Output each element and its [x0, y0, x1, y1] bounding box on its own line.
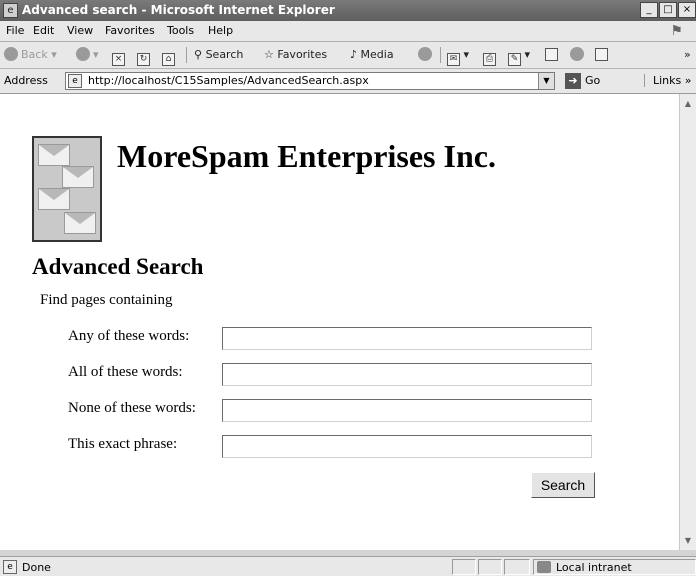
status-bar: e Done Local intranet	[0, 556, 696, 576]
media-button[interactable]: ♪ Media	[350, 46, 394, 64]
any-words-input[interactable]	[222, 327, 592, 350]
menu-favorites[interactable]: Favorites	[105, 24, 155, 38]
envelope-icon	[38, 188, 70, 210]
mail-icon: ✉	[447, 53, 460, 66]
go-arrow-icon: ➜	[565, 73, 581, 89]
toolbar-separator	[186, 47, 187, 63]
discuss-button[interactable]	[545, 46, 558, 64]
minimize-button[interactable]: _	[640, 2, 658, 18]
envelope-icon	[38, 144, 70, 166]
status-panel	[504, 559, 530, 575]
address-input[interactable]: e http://localhost/C15Samples/AdvancedSe…	[65, 72, 555, 90]
history-button[interactable]	[418, 46, 435, 64]
ie-page-icon: e	[3, 3, 18, 18]
media-icon: ♪	[350, 48, 358, 61]
vertical-scrollbar[interactable]: ▲ ▼	[679, 94, 696, 550]
envelope-icon	[64, 212, 96, 234]
all-words-input[interactable]	[222, 363, 592, 386]
print-button[interactable]: ⎙	[483, 46, 496, 66]
page-heading: Advanced Search	[32, 254, 204, 279]
security-zone: Local intranet	[533, 559, 696, 575]
menu-view[interactable]: View	[67, 24, 93, 38]
window-controls: _ □ ×	[639, 2, 696, 18]
menu-help[interactable]: Help	[208, 24, 233, 38]
home-button[interactable]: ⌂	[162, 46, 175, 66]
status-panel	[452, 559, 476, 575]
research-icon	[595, 48, 608, 61]
company-logo	[32, 136, 102, 242]
maximize-button[interactable]: □	[659, 2, 677, 18]
back-button[interactable]: Back ▾	[4, 46, 57, 64]
go-button[interactable]: ➜ Go	[565, 73, 600, 89]
home-icon: ⌂	[162, 53, 175, 66]
find-pages-label: Find pages containing	[40, 292, 173, 308]
windows-logo-icon: ⚑	[671, 23, 683, 39]
address-dropdown-icon[interactable]: ▼	[538, 73, 554, 89]
address-url: http://localhost/C15Samples/AdvancedSear…	[88, 74, 369, 87]
forward-arrow-icon	[76, 47, 90, 61]
star-icon: ☆	[264, 48, 274, 61]
mail-button[interactable]: ✉ ▾	[447, 46, 469, 66]
messenger-button[interactable]	[570, 46, 587, 64]
address-label: Address	[4, 74, 48, 87]
toolbar-overflow-chevron-icon[interactable]: »	[684, 46, 691, 64]
page-content: MoreSpam Enterprises Inc. Advanced Searc…	[0, 94, 679, 550]
search-submit-button[interactable]: Search	[531, 472, 595, 498]
search-button[interactable]: ⚲ Search	[194, 46, 243, 64]
scroll-up-icon[interactable]: ▲	[682, 96, 694, 111]
scroll-down-icon[interactable]: ▼	[682, 533, 694, 548]
status-panel	[478, 559, 502, 575]
exact-phrase-label: This exact phrase:	[68, 436, 178, 452]
history-icon	[418, 47, 432, 61]
menu-file[interactable]: File	[6, 24, 24, 38]
refresh-button[interactable]: ↻	[137, 46, 150, 66]
page-done-icon: e	[3, 560, 17, 574]
company-name: MoreSpam Enterprises Inc.	[117, 138, 496, 174]
search-icon: ⚲	[194, 48, 203, 61]
messenger-icon	[570, 47, 584, 61]
envelope-icon	[62, 166, 94, 188]
address-bar: Address e http://localhost/C15Samples/Ad…	[0, 69, 696, 94]
none-words-label: None of these words:	[68, 400, 196, 416]
edit-button[interactable]: ✎ ▾	[508, 46, 530, 66]
menu-bar: File Edit View Favorites Tools Help ⚑	[0, 21, 696, 42]
links-button[interactable]: Links »	[644, 74, 692, 87]
intranet-zone-icon	[537, 561, 551, 573]
forward-button[interactable]: ▾	[76, 46, 99, 64]
favorites-button[interactable]: ☆ Favorites	[264, 46, 327, 64]
close-button[interactable]: ×	[678, 2, 696, 18]
menu-tools[interactable]: Tools	[167, 24, 194, 38]
any-words-label: Any of these words:	[68, 328, 190, 344]
menu-edit[interactable]: Edit	[33, 24, 54, 38]
exact-phrase-input[interactable]	[222, 435, 592, 458]
research-button[interactable]	[595, 46, 608, 64]
discuss-icon	[545, 48, 558, 61]
title-bar: e Advanced search - Microsoft Internet E…	[0, 0, 696, 21]
toolbar-separator	[440, 47, 441, 63]
toolbar: Back ▾ ▾ × ↻ ⌂ ⚲ Search ☆ Favorites ♪ Me…	[0, 42, 696, 69]
edit-icon: ✎	[508, 53, 521, 66]
none-words-input[interactable]	[222, 399, 592, 422]
stop-icon: ×	[112, 53, 125, 66]
back-arrow-icon	[4, 47, 18, 61]
stop-button[interactable]: ×	[112, 46, 125, 66]
all-words-label: All of these words:	[68, 364, 183, 380]
print-icon: ⎙	[483, 53, 496, 66]
browser-window: e Advanced search - Microsoft Internet E…	[0, 0, 696, 576]
page-icon: e	[68, 74, 82, 88]
status-text: Done	[22, 561, 51, 574]
refresh-icon: ↻	[137, 53, 150, 66]
window-title: Advanced search - Microsoft Internet Exp…	[22, 3, 335, 17]
